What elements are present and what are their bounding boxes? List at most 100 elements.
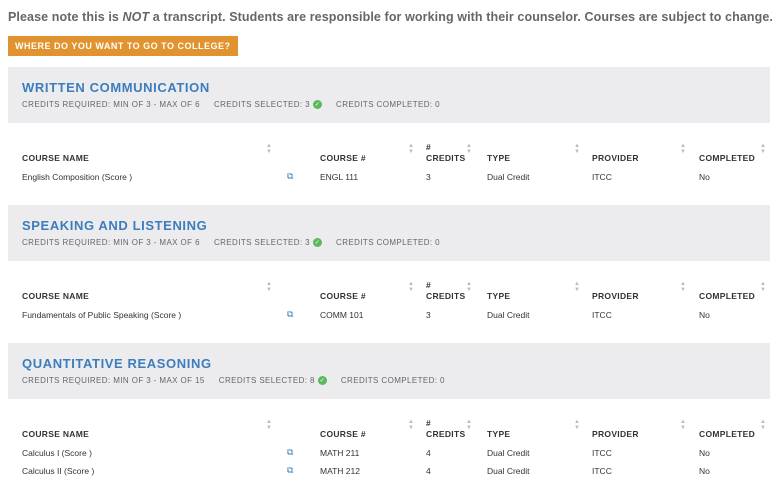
course-name-cell: English Composition (Score )	[22, 172, 133, 182]
column-header-provider[interactable]: PROVIDER	[592, 153, 639, 163]
sort-arrows-icon[interactable]: ▲ ▼	[266, 281, 272, 293]
sort-arrows-icon[interactable]: ▲ ▼	[574, 419, 580, 431]
credits-header-symbol: #	[426, 280, 432, 290]
copy-icon[interactable]: ⧉	[287, 465, 293, 476]
sort-arrows-icon[interactable]: ▲ ▼	[466, 143, 472, 155]
sort-arrows-icon[interactable]: ▲ ▼	[680, 419, 686, 431]
copy-icon[interactable]: ⧉	[287, 447, 293, 458]
credits-completed: CREDITS COMPLETED: 0	[336, 238, 441, 247]
course-table: ▲ ▼ ▲ ▼ ▲ ▼ ▲ ▼ ▲ ▼ ▲ ▼ COURSE NAME COURSE # # CREDITS T…	[8, 123, 770, 209]
sort-arrows-icon[interactable]: ▲ ▼	[760, 419, 766, 431]
requirement-section: QUANTITATIVE REASONING CREDITS REQUIRED: …	[8, 343, 770, 485]
sort-arrows-icon[interactable]: ▲ ▼	[680, 281, 686, 293]
sort-arrows-icon[interactable]: ▲ ▼	[680, 143, 686, 155]
course-name-cell: Calculus II (Score )	[22, 466, 95, 476]
credits-selected: CREDITS SELECTED: 3	[213, 238, 311, 247]
credits-header-symbol: #	[426, 142, 432, 152]
sort-arrows-icon[interactable]: ▲ ▼	[408, 143, 414, 155]
course-number-cell: COMM 101	[320, 310, 364, 320]
sort-arrows-icon[interactable]: ▲ ▼	[266, 419, 272, 431]
credits-header-label: CREDITS	[426, 429, 466, 439]
column-header-course-number[interactable]: COURSE #	[320, 429, 366, 439]
column-header-course-name[interactable]: COURSE NAME	[22, 153, 89, 163]
credits-cell: 3	[426, 172, 431, 182]
check-icon: ✓	[313, 238, 323, 247]
column-header-type[interactable]: TYPE	[487, 429, 510, 439]
copy-icon[interactable]: ⧉	[287, 309, 293, 320]
credits-cell: 3	[426, 310, 431, 320]
sort-arrows-icon[interactable]: ▲ ▼	[574, 143, 580, 155]
section-header: QUANTITATIVE REASONING CREDITS REQUIRED: …	[8, 343, 770, 399]
check-icon: ✓	[317, 376, 327, 385]
column-header-completed[interactable]: COMPLETED	[699, 153, 755, 163]
section-credit-summary: CREDITS REQUIRED: MIN OF 3 - MAX OF 15 CR…	[22, 376, 756, 385]
course-number-cell: MATH 212	[320, 466, 360, 476]
course-table: ▲ ▼ ▲ ▼ ▲ ▼ ▲ ▼ ▲ ▼ ▲ ▼ COURSE NAME COURSE # # CREDITS T…	[8, 399, 770, 485]
credits-completed: CREDITS COMPLETED: 0	[336, 100, 441, 109]
type-cell: Dual Credit	[487, 448, 530, 458]
credits-cell: 4	[426, 466, 431, 476]
college-destination-button[interactable]: WHERE DO YOU WANT TO GO TO COLLEGE?	[8, 36, 238, 56]
credits-header-label: CREDITS	[426, 153, 466, 163]
credits-required: CREDITS REQUIRED: MIN OF 3 - MAX OF 6	[22, 238, 200, 247]
type-cell: Dual Credit	[487, 466, 530, 476]
course-number-cell: MATH 211	[320, 448, 360, 458]
course-name-cell: Fundamentals of Public Speaking (Score )	[22, 310, 182, 320]
course-name-cell: Calculus I (Score )	[22, 448, 92, 458]
column-header-provider[interactable]: PROVIDER	[592, 429, 639, 439]
notice-suffix: a transcript. Students are responsible f…	[149, 10, 773, 24]
course-number-cell: ENGL 111	[320, 172, 359, 182]
notice-emphasis: NOT	[122, 10, 150, 24]
section-header: SPEAKING AND LISTENING CREDITS REQUIRED: …	[8, 205, 770, 261]
completed-cell: No	[699, 310, 710, 320]
sort-arrows-icon[interactable]: ▲ ▼	[574, 281, 580, 293]
sort-arrows-icon[interactable]: ▲ ▼	[466, 281, 472, 293]
sort-arrows-icon[interactable]: ▲ ▼	[466, 419, 472, 431]
credits-header-label: CREDITS	[426, 291, 466, 301]
column-header-credits[interactable]: # CREDITS	[426, 142, 465, 164]
column-header-course-number[interactable]: COURSE #	[320, 291, 366, 301]
completed-cell: No	[699, 172, 710, 182]
copy-icon[interactable]: ⧉	[287, 171, 293, 182]
section-title: WRITTEN COMMUNICATION	[22, 80, 210, 95]
credits-selected: CREDITS SELECTED: 8	[218, 376, 315, 385]
credits-completed: CREDITS COMPLETED: 0	[340, 376, 445, 385]
completed-cell: No	[699, 466, 710, 476]
column-header-type[interactable]: TYPE	[487, 291, 510, 301]
section-title: SPEAKING AND LISTENING	[22, 218, 208, 233]
disclaimer-notice: Please note this is NOT a transcript. St…	[8, 10, 773, 24]
column-header-completed[interactable]: COMPLETED	[699, 291, 755, 301]
credits-header-symbol: #	[426, 418, 432, 428]
notice-prefix: Please note this is	[8, 10, 123, 24]
column-header-type[interactable]: TYPE	[487, 153, 510, 163]
provider-cell: ITCC	[592, 466, 612, 476]
column-header-course-number[interactable]: COURSE #	[320, 153, 366, 163]
section-header: WRITTEN COMMUNICATION CREDITS REQUIRED: M…	[8, 67, 770, 123]
sort-arrows-icon[interactable]: ▲ ▼	[266, 143, 272, 155]
sort-arrows-icon[interactable]: ▲ ▼	[408, 281, 414, 293]
column-header-course-name[interactable]: COURSE NAME	[22, 429, 89, 439]
section-credit-summary: CREDITS REQUIRED: MIN OF 3 - MAX OF 6 CRE…	[22, 100, 756, 109]
requirement-section: SPEAKING AND LISTENING CREDITS REQUIRED: …	[8, 205, 770, 347]
course-table: ▲ ▼ ▲ ▼ ▲ ▼ ▲ ▼ ▲ ▼ ▲ ▼ COURSE NAME COURSE # # CREDITS T…	[8, 261, 770, 347]
credits-selected: CREDITS SELECTED: 3	[213, 100, 311, 109]
sort-arrows-icon[interactable]: ▲ ▼	[408, 419, 414, 431]
credits-required: CREDITS REQUIRED: MIN OF 3 - MAX OF 6	[22, 100, 200, 109]
check-icon: ✓	[313, 100, 323, 109]
provider-cell: ITCC	[592, 448, 612, 458]
column-header-provider[interactable]: PROVIDER	[592, 291, 639, 301]
provider-cell: ITCC	[592, 172, 612, 182]
credits-required: CREDITS REQUIRED: MIN OF 3 - MAX OF 15	[22, 376, 205, 385]
sort-arrows-icon[interactable]: ▲ ▼	[760, 143, 766, 155]
column-header-completed[interactable]: COMPLETED	[699, 429, 755, 439]
credits-cell: 4	[426, 448, 431, 458]
column-header-course-name[interactable]: COURSE NAME	[22, 291, 89, 301]
type-cell: Dual Credit	[487, 172, 530, 182]
type-cell: Dual Credit	[487, 310, 530, 320]
column-header-credits[interactable]: # CREDITS	[426, 280, 465, 302]
sort-arrows-icon[interactable]: ▲ ▼	[760, 281, 766, 293]
requirement-section: WRITTEN COMMUNICATION CREDITS REQUIRED: M…	[8, 67, 770, 209]
provider-cell: ITCC	[592, 310, 612, 320]
section-credit-summary: CREDITS REQUIRED: MIN OF 3 - MAX OF 6 CRE…	[22, 238, 756, 247]
column-header-credits[interactable]: # CREDITS	[426, 418, 465, 440]
